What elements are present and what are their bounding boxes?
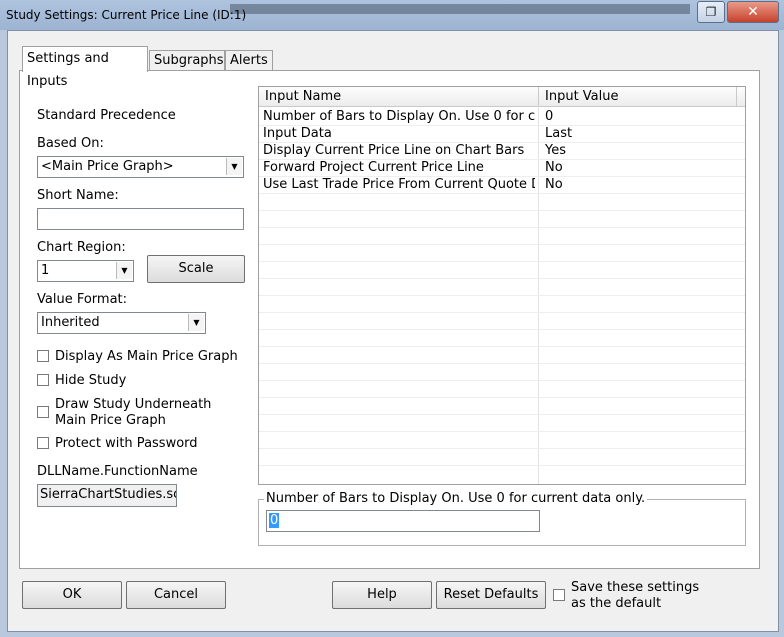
- input-name-header[interactable]: Input Name: [265, 89, 341, 104]
- input-value-header[interactable]: Input Value: [545, 89, 619, 104]
- save-default-checkbox[interactable]: [553, 589, 565, 601]
- header-divider: [736, 87, 737, 106]
- value-format-label: Value Format:: [37, 292, 128, 307]
- empty-row: [259, 279, 745, 296]
- restore-button[interactable]: ❐: [697, 1, 725, 23]
- inputs-grid[interactable]: Input Name Input Value Number of Bars to…: [258, 86, 746, 485]
- header-divider: [538, 87, 539, 106]
- chart-region-value: 1: [41, 263, 50, 278]
- hide-study-checkbox[interactable]: [37, 374, 49, 386]
- close-icon: ✕: [747, 4, 759, 20]
- display-as-main-checkbox[interactable]: [37, 350, 49, 362]
- chart-region-label: Chart Region:: [37, 240, 126, 255]
- empty-row: [259, 313, 745, 330]
- input-detail-title: Number of Bars to Display On. Use 0 for …: [264, 491, 648, 506]
- empty-row: [259, 449, 745, 466]
- input-name-cell: Use Last Trade Price From Current Quote …: [263, 177, 535, 192]
- table-row[interactable]: Number of Bars to Display On. Use 0 for …: [259, 109, 745, 126]
- empty-row: [259, 211, 745, 228]
- empty-row: [259, 432, 745, 449]
- protect-password-label: Protect with Password: [55, 436, 198, 451]
- grid-header: Input Name Input Value: [259, 87, 745, 107]
- cancel-button[interactable]: Cancel: [126, 581, 226, 609]
- table-row[interactable]: Use Last Trade Price From Current Quote …: [259, 177, 745, 194]
- precedence-label: Standard Precedence: [37, 108, 176, 123]
- draw-underneath-label: Draw Study Underneath: [55, 397, 212, 412]
- hide-study-label: Hide Study: [55, 373, 127, 388]
- table-row[interactable]: Display Current Price Line on Chart Bars…: [259, 143, 745, 160]
- save-default-label-line2: as the default: [571, 596, 662, 611]
- input-value-cell[interactable]: No: [545, 160, 563, 175]
- tab-settings-and-inputs[interactable]: Settings and Inputs: [22, 46, 148, 89]
- empty-row: [259, 415, 745, 432]
- protect-password-checkbox[interactable]: [37, 437, 49, 449]
- empty-row: [259, 347, 745, 364]
- tab-alerts[interactable]: Alerts: [225, 50, 273, 70]
- input-value-cell[interactable]: 0: [545, 109, 553, 124]
- empty-row: [259, 194, 745, 211]
- chart-region-select[interactable]: 1 ▼: [37, 260, 134, 282]
- input-name-cell: Display Current Price Line on Chart Bars: [263, 143, 525, 158]
- reset-defaults-button[interactable]: Reset Defaults: [436, 581, 546, 609]
- restore-icon: ❐: [705, 5, 717, 19]
- help-button[interactable]: Help: [332, 581, 432, 609]
- input-value-cell[interactable]: No: [545, 177, 563, 192]
- input-name-cell: Number of Bars to Display On. Use 0 for …: [263, 109, 535, 124]
- draw-underneath-checkbox[interactable]: [37, 406, 49, 418]
- save-default-label: Save these settings: [571, 580, 700, 595]
- value-format-select[interactable]: Inherited ▼: [37, 312, 206, 334]
- dll-name-label: DLLName.FunctionName: [37, 464, 198, 479]
- empty-row: [259, 381, 745, 398]
- draw-underneath-label-line2: Main Price Graph: [55, 413, 166, 428]
- based-on-label: Based On:: [37, 136, 104, 151]
- input-value-editor[interactable]: 0: [266, 510, 540, 532]
- input-value-selection: 0: [269, 513, 280, 528]
- value-format-value: Inherited: [41, 315, 100, 330]
- display-as-main-label: Display As Main Price Graph: [55, 349, 238, 364]
- empty-row: [259, 245, 745, 262]
- chevron-down-icon: ▼: [226, 158, 242, 175]
- based-on-select[interactable]: <Main Price Graph> ▼: [37, 156, 244, 178]
- empty-row: [259, 330, 745, 347]
- empty-row: [259, 364, 745, 381]
- empty-row: [259, 262, 745, 279]
- table-row[interactable]: Forward Project Current Price Line No: [259, 160, 745, 177]
- dll-name-field: SierraChartStudies.scs: [37, 484, 177, 507]
- short-name-input[interactable]: [37, 208, 244, 230]
- background-window-strip: [230, 4, 690, 14]
- input-name-cell: Input Data: [263, 126, 332, 141]
- chevron-down-icon: ▼: [188, 314, 204, 331]
- close-button[interactable]: ✕: [727, 1, 779, 23]
- based-on-value: <Main Price Graph>: [41, 159, 174, 174]
- scale-button[interactable]: Scale: [147, 255, 245, 283]
- chevron-down-icon: ▼: [116, 262, 132, 279]
- ok-button[interactable]: OK: [22, 581, 122, 609]
- empty-row: [259, 398, 745, 415]
- input-value-cell[interactable]: Last: [545, 126, 572, 141]
- empty-row: [259, 296, 745, 313]
- empty-row: [259, 228, 745, 245]
- title-bar: Study Settings: Current Price Line (ID:1…: [0, 0, 784, 30]
- dll-name-value: SierraChartStudies.scs: [40, 487, 177, 502]
- tab-subgraphs[interactable]: Subgraphs: [149, 50, 225, 70]
- table-row[interactable]: Input Data Last: [259, 126, 745, 143]
- input-name-cell: Forward Project Current Price Line: [263, 160, 484, 175]
- short-name-label: Short Name:: [37, 188, 119, 203]
- window-title: Study Settings: Current Price Line (ID:1…: [6, 8, 247, 22]
- input-value-cell[interactable]: Yes: [545, 143, 566, 158]
